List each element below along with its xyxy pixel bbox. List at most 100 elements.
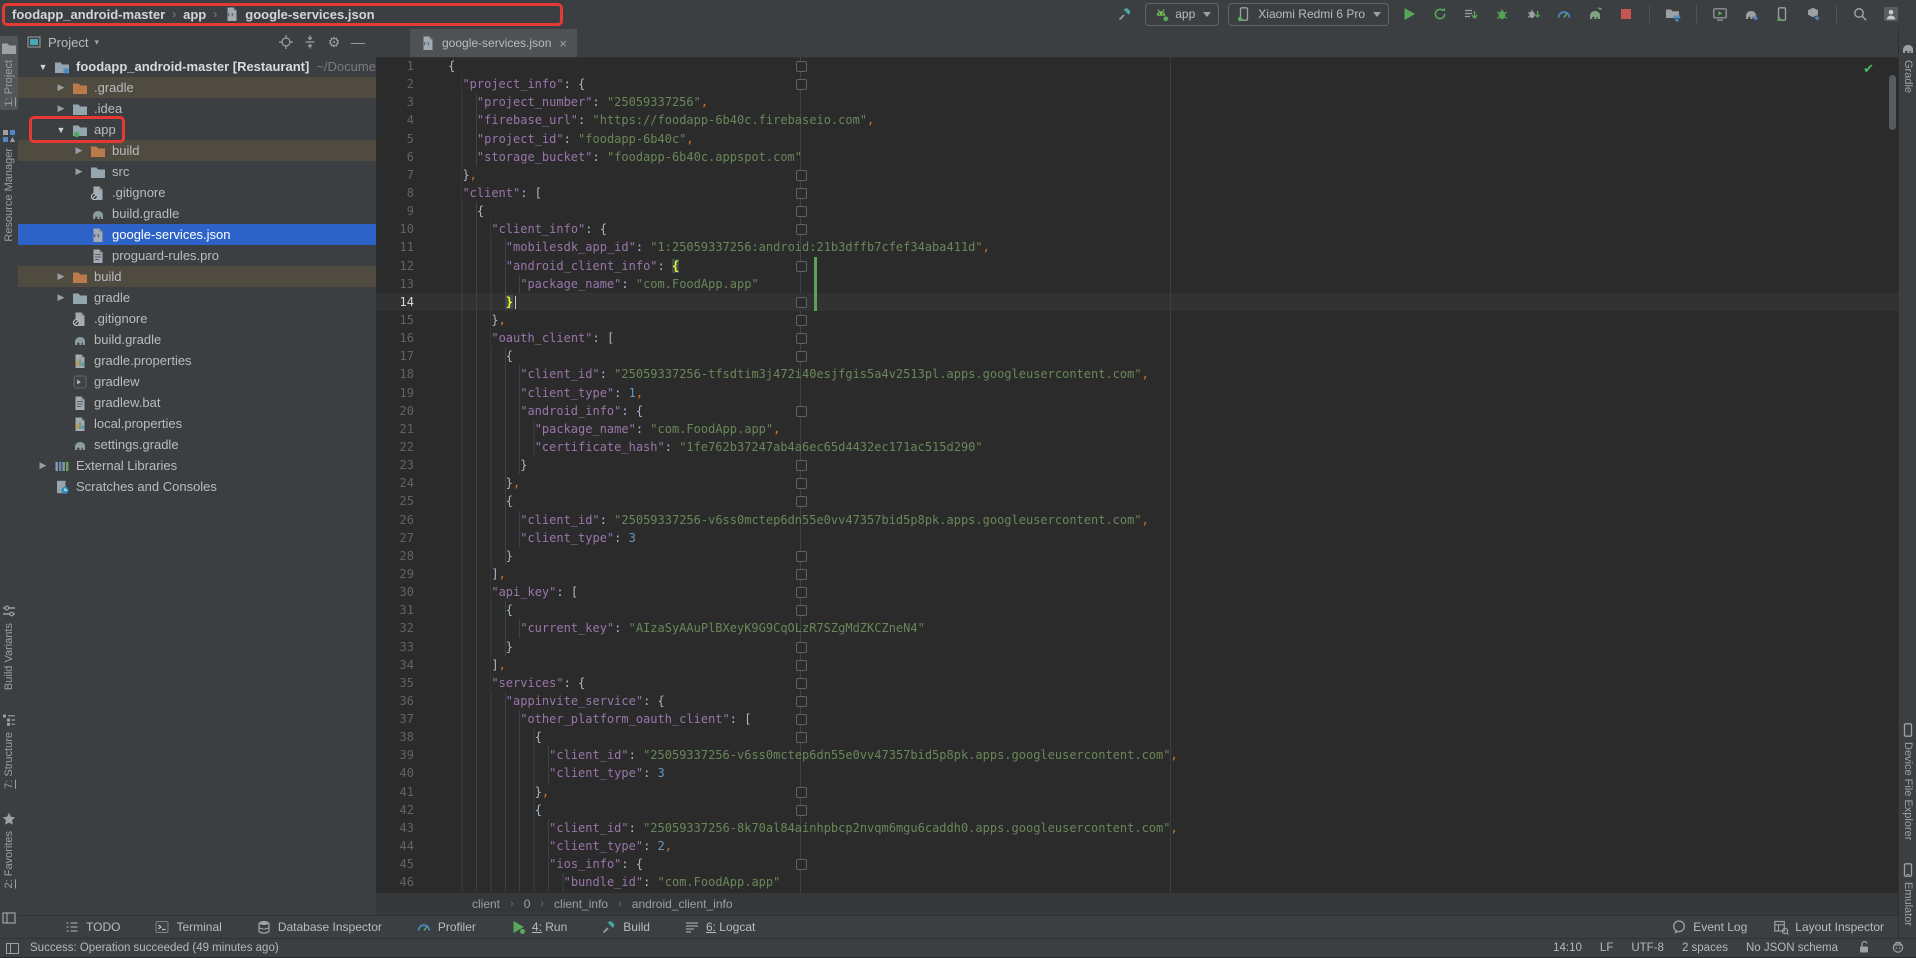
tree-item-gradle-properties[interactable]: gradle.properties: [18, 350, 376, 371]
code-line-29[interactable]: 29],: [376, 565, 1898, 583]
code-line-16[interactable]: 16"oauth_client": [: [376, 329, 1898, 347]
breadcrumb-item[interactable]: foodapp_android-master: [12, 7, 165, 22]
fold-region-end-icon[interactable]: [796, 460, 807, 471]
profiler-icon-button[interactable]: [1553, 3, 1575, 25]
tool-window-button-build[interactable]: Build: [601, 919, 650, 935]
code-line-8[interactable]: 8"client": [: [376, 184, 1898, 202]
hammer-icon-button[interactable]: [1114, 3, 1136, 25]
code-line-24[interactable]: 24},: [376, 474, 1898, 492]
stripe-item-device-file-explorer[interactable]: Device File Explorer: [1899, 718, 1916, 844]
fold-region-start-icon[interactable]: [796, 406, 807, 417]
json-path-item[interactable]: client_info: [554, 897, 608, 911]
fold-region-start-icon[interactable]: [796, 206, 807, 217]
tool-window-button-event-log[interactable]: Event Log: [1671, 919, 1747, 935]
fold-region-start-icon[interactable]: [796, 333, 807, 344]
fold-region-end-icon[interactable]: [796, 569, 807, 580]
code-line-21[interactable]: 21"package_name": "com.FoodApp.app",: [376, 420, 1898, 438]
fold-region-start-icon[interactable]: [796, 61, 807, 72]
tree-item-gradlew-bat[interactable]: gradlew.bat: [18, 392, 376, 413]
code-line-43[interactable]: 43"client_id": "25059337256-8k70al84ainh…: [376, 819, 1898, 837]
breadcrumb-item[interactable]: google-services.json: [224, 6, 374, 22]
code-line-4[interactable]: 4"firebase_url": "https://foodapp-6b40c.…: [376, 111, 1898, 129]
code-line-35[interactable]: 35"services": {: [376, 674, 1898, 692]
collapse-arrow-icon[interactable]: ▼: [32, 62, 54, 72]
tree-item--gitignore[interactable]: .gitignore: [18, 182, 376, 203]
code-line-40[interactable]: 40"client_type": 3: [376, 764, 1898, 782]
stripe-item-7-structure[interactable]: 7: Structure: [0, 708, 18, 793]
code-line-11[interactable]: 11"mobilesdk_app_id": "1:25059337256:and…: [376, 238, 1898, 256]
stripe-item-emulator[interactable]: Emulator: [1899, 858, 1916, 930]
tree-item-build-gradle[interactable]: build.gradle: [18, 203, 376, 224]
tree-item--idea[interactable]: ▶.idea: [18, 98, 376, 119]
code-line-14[interactable]: 14}: [376, 293, 1898, 311]
fold-region-start-icon[interactable]: [796, 188, 807, 199]
running-devices-icon-button[interactable]: [1709, 3, 1731, 25]
code-line-7[interactable]: 7},: [376, 166, 1898, 184]
tab-google-services-json[interactable]: google-services.json ×: [410, 29, 577, 57]
code-line-30[interactable]: 30"api_key": [: [376, 583, 1898, 601]
code-line-25[interactable]: 25{: [376, 492, 1898, 510]
line-separator-indicator[interactable]: LF: [1600, 942, 1613, 954]
run-icon-button[interactable]: [1398, 3, 1420, 25]
json-path-item[interactable]: client: [472, 897, 500, 911]
device-manager-icon-button[interactable]: [1771, 3, 1793, 25]
expand-arrow-icon[interactable]: ▶: [32, 460, 54, 471]
code-line-41[interactable]: 41},: [376, 783, 1898, 801]
indent-indicator[interactable]: 2 spaces: [1682, 942, 1728, 954]
tree-item--gradle[interactable]: ▶.gradle: [18, 77, 376, 98]
code-line-18[interactable]: 18"client_id": "25059337256-tfsdtim3j472…: [376, 365, 1898, 383]
code-line-23[interactable]: 23}: [376, 456, 1898, 474]
code-line-42[interactable]: 42{: [376, 801, 1898, 819]
json-schema-indicator[interactable]: No JSON schema: [1746, 942, 1838, 954]
caret-position-indicator[interactable]: 14:10: [1553, 942, 1582, 954]
tool-window-button-layout-inspector[interactable]: Layout Inspector: [1773, 919, 1884, 935]
code-line-45[interactable]: 45"ios_info": {: [376, 855, 1898, 873]
tree-item-settings-gradle[interactable]: settings.gradle: [18, 434, 376, 455]
tool-window-button-4-run[interactable]: 4: Run: [510, 919, 567, 935]
stripe-item-build-variants[interactable]: Build Variants: [0, 599, 18, 694]
project-panel-title[interactable]: Project: [48, 35, 88, 50]
stripe-item-resource-manager[interactable]: Resource Manager: [0, 124, 18, 246]
unlock-icon-button[interactable]: [1856, 939, 1872, 958]
fold-region-end-icon[interactable]: [796, 642, 807, 653]
inspection-ok-icon[interactable]: ✔: [1863, 61, 1874, 77]
fold-region-start-icon[interactable]: [796, 696, 807, 707]
fold-region-start-icon[interactable]: [796, 587, 807, 598]
fold-region-end-icon[interactable]: [796, 170, 807, 181]
tool-window-button-todo[interactable]: TODO: [64, 919, 120, 935]
stripe-item-gradle[interactable]: Gradle: [1899, 36, 1916, 97]
tree-item-google-services-json[interactable]: google-services.json: [18, 224, 376, 245]
code-line-22[interactable]: 22"certificate_hash": "1fe762b37247ab4a6…: [376, 438, 1898, 456]
fold-region-start-icon[interactable]: [796, 805, 807, 816]
tree-item-build[interactable]: ▶build: [18, 266, 376, 287]
code-line-31[interactable]: 31{: [376, 601, 1898, 619]
fold-region-start-icon[interactable]: [796, 261, 807, 272]
tree-item-foodapp-android-master-restaurant-[interactable]: ▼foodapp_android-master [Restaurant]~/Do…: [18, 56, 376, 77]
code-line-37[interactable]: 37"other_platform_oauth_client": [: [376, 710, 1898, 728]
collapse-arrow-icon[interactable]: ▼: [50, 125, 72, 135]
sync-project-icon-button[interactable]: [1740, 3, 1762, 25]
code-line-36[interactable]: 36"appinvite_service": {: [376, 692, 1898, 710]
fold-region-start-icon[interactable]: [796, 79, 807, 90]
hide-icon-button[interactable]: —: [348, 32, 368, 52]
fold-region-start-icon[interactable]: [796, 678, 807, 689]
fold-region-start-icon[interactable]: [796, 496, 807, 507]
code-line-6[interactable]: 6"storage_bucket": "foodapp-6b40c.appspo…: [376, 148, 1898, 166]
locate-icon-button[interactable]: [276, 32, 296, 52]
user-avatar-icon-button[interactable]: [1880, 3, 1902, 25]
expand-arrow-icon[interactable]: ▶: [50, 271, 72, 282]
json-path-item[interactable]: android_client_info: [632, 897, 733, 911]
code-line-34[interactable]: 34],: [376, 656, 1898, 674]
fold-region-start-icon[interactable]: [796, 605, 807, 616]
tree-item-build[interactable]: ▶build: [18, 140, 376, 161]
code-line-10[interactable]: 10"client_info": {: [376, 220, 1898, 238]
fold-region-end-icon[interactable]: [796, 551, 807, 562]
sdk-manager-icon-button[interactable]: [1802, 3, 1824, 25]
collapse-all-icon-button[interactable]: [300, 32, 320, 52]
run-config-select[interactable]: app: [1145, 3, 1219, 26]
code-line-46[interactable]: 46"bundle_id": "com.FoodApp.app": [376, 873, 1898, 891]
fold-region-start-icon[interactable]: [796, 859, 807, 870]
tree-item-gradlew[interactable]: gradlew: [18, 371, 376, 392]
sync-gradle-icon-button[interactable]: [1584, 3, 1606, 25]
tool-window-button-profiler[interactable]: Profiler: [416, 919, 476, 935]
